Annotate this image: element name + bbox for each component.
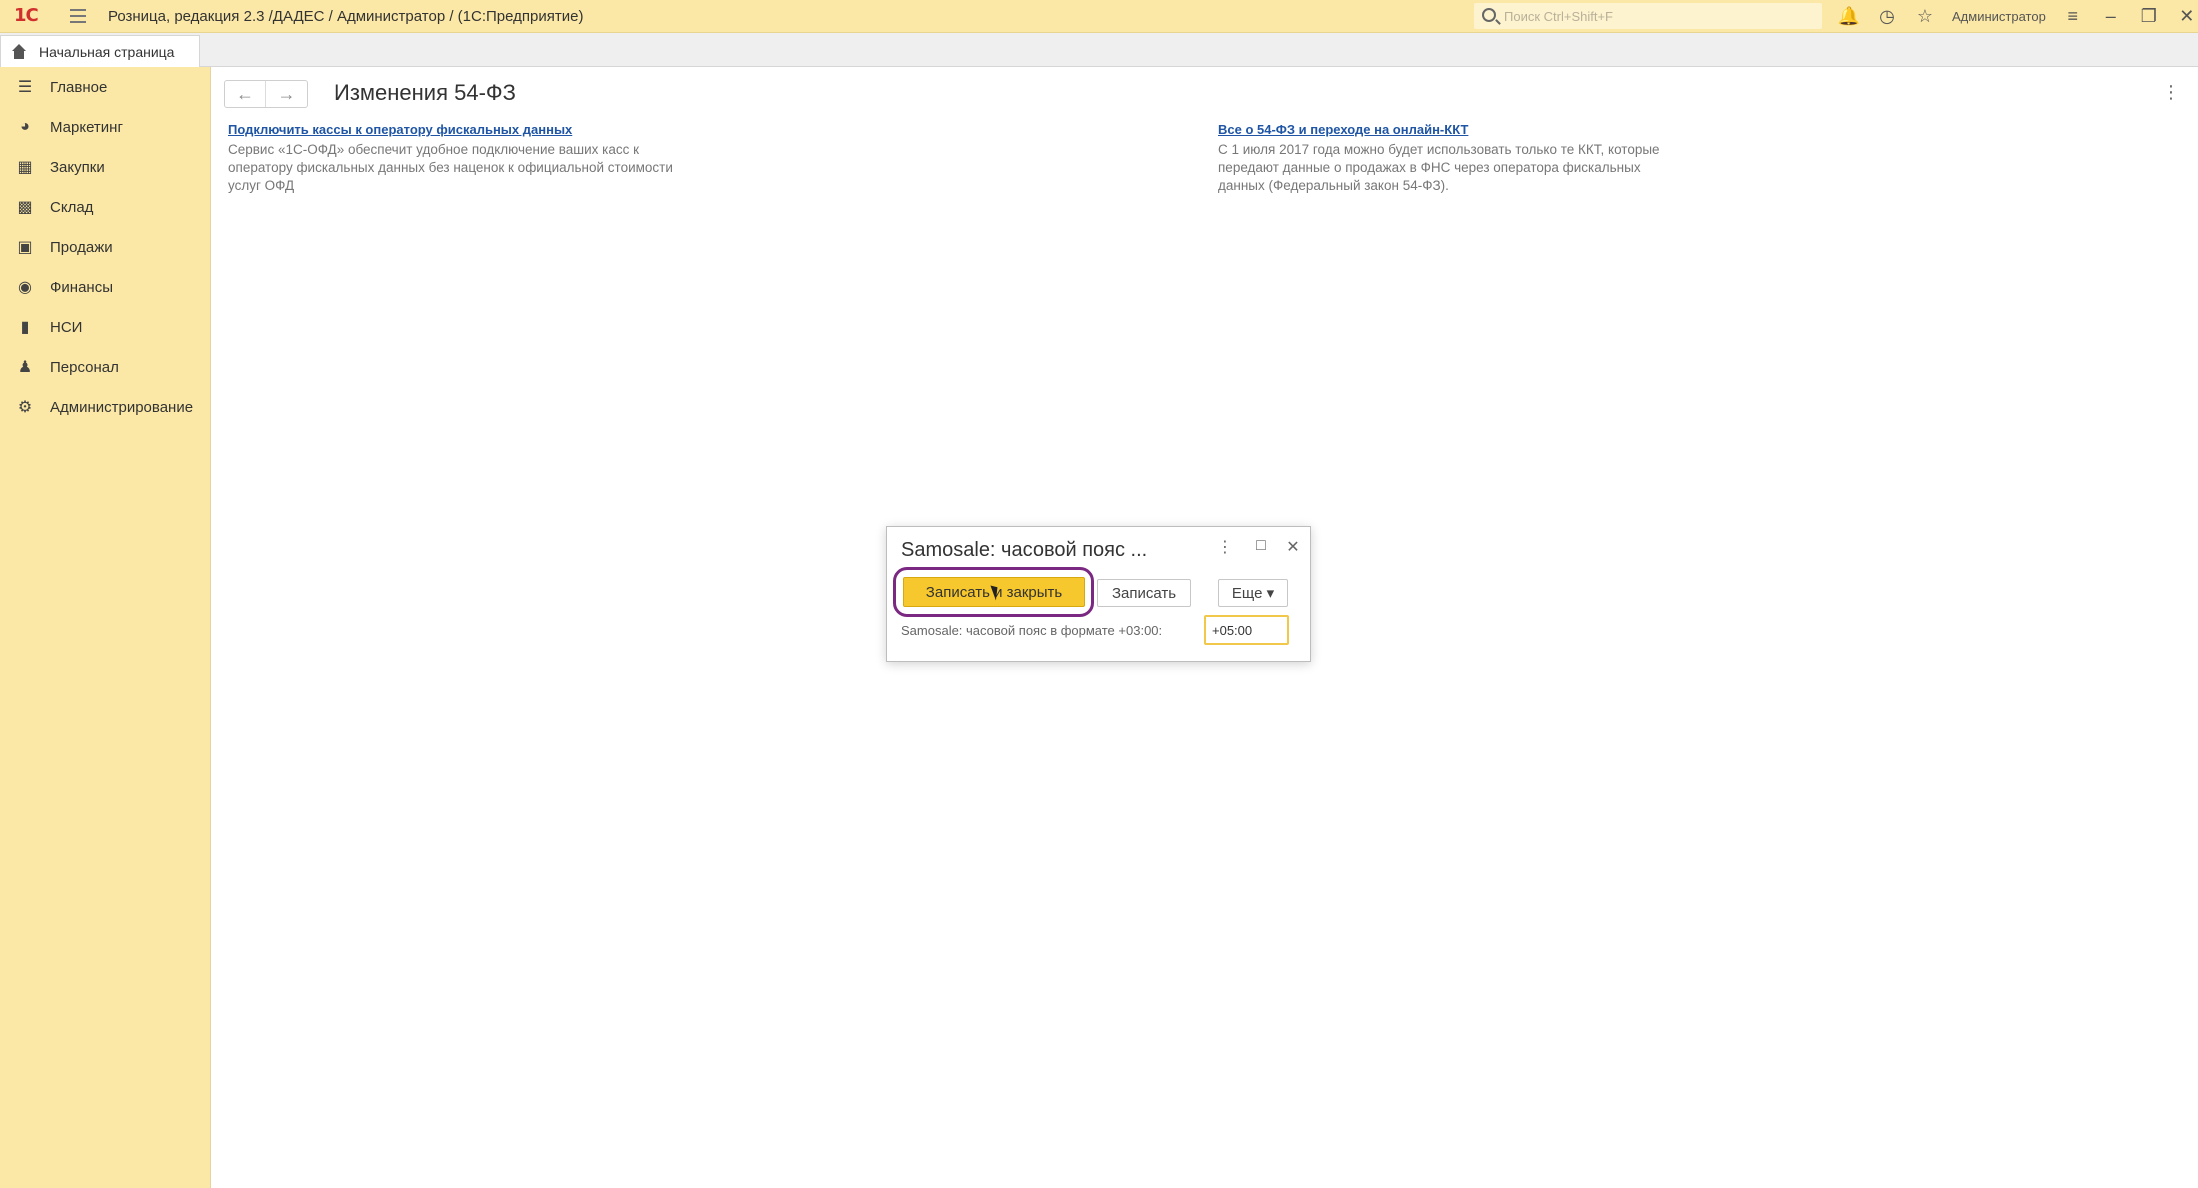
save-button[interactable]: Записать (1097, 579, 1191, 607)
sidebar-item-main[interactable]: ☰ Главное (0, 67, 210, 107)
sidebar-item-sales[interactable]: ▣ Продажи (0, 227, 210, 267)
bell-icon[interactable]: 🔔 (1830, 0, 1868, 33)
settings-icon[interactable]: ≡ (2054, 0, 2092, 33)
grid-icon: ▩ (17, 199, 33, 216)
sidebar-item-label: Закупки (50, 158, 105, 176)
timezone-field-label: Samosale: часовой пояс в формате +03:00: (901, 623, 1163, 638)
dialog-close-icon[interactable]: ✕ (1283, 537, 1303, 557)
sidebar-item-label: Финансы (50, 278, 113, 296)
info-text: С 1 июля 2017 года можно будет использов… (1218, 142, 1660, 193)
sidebar-item-purchases[interactable]: ▦ Закупки (0, 147, 210, 187)
title-bar: 1С Розница, редакция 2.3 /ДАДЕС / Админи… (0, 0, 2198, 33)
timezone-input[interactable] (1204, 615, 1289, 645)
tab-home[interactable]: Начальная страница (0, 35, 200, 67)
close-icon[interactable]: ✕ (2168, 0, 2198, 33)
sidebar-item-reference[interactable]: ▮ НСИ (0, 307, 210, 347)
info-block-ofd: Подключить кассы к оператору фискальных … (228, 122, 698, 195)
sidebar-item-marketing[interactable]: ◕ Маркетинг (0, 107, 210, 147)
sidebar-item-label: НСИ (50, 318, 83, 336)
more-dropdown-button[interactable]: Еще ▾ (1218, 579, 1288, 607)
dialog-maximize-icon[interactable]: □ (1251, 537, 1271, 555)
gear-icon: ⚙ (17, 399, 33, 416)
restore-icon[interactable]: ❐ (2130, 0, 2168, 33)
app-logo: 1С (14, 5, 39, 26)
sidebar-item-label: Персонал (50, 358, 119, 376)
search-icon (1482, 8, 1496, 22)
sidebar-item-warehouse[interactable]: ▩ Склад (0, 187, 210, 227)
sidebar: ☰ Главное ◕ Маркетинг ▦ Закупки ▩ Склад … (0, 67, 211, 1188)
dialog-title: Samosale: часовой пояс ... (901, 539, 1148, 561)
global-search-input[interactable]: Поиск Ctrl+Shift+F (1474, 3, 1822, 29)
sidebar-item-label: Продажи (50, 238, 113, 256)
main-menu-icon[interactable] (68, 8, 88, 24)
current-user[interactable]: Администратор (1952, 9, 2046, 24)
history-navigation: ← → (224, 80, 308, 108)
cart-icon: ▦ (17, 159, 33, 176)
more-actions-icon[interactable]: ⋮ (2162, 82, 2180, 103)
coin-icon: ◉ (18, 279, 32, 296)
sidebar-item-label: Склад (50, 198, 94, 216)
app-title: Розница, редакция 2.3 /ДАДЕС / Администр… (108, 7, 584, 25)
about-54fz-link[interactable]: Все о 54-ФЗ и переходе на онлайн-ККТ (1218, 122, 1688, 137)
sidebar-item-label: Администрирование (50, 398, 194, 416)
person-icon: ♟ (17, 359, 33, 376)
forward-arrow-icon[interactable]: → (266, 81, 307, 107)
chart-pie-icon: ◕ (20, 118, 30, 135)
tab-strip: Начальная страница (0, 33, 2198, 67)
sidebar-item-label: Маркетинг (50, 118, 123, 136)
bag-icon: ▣ (17, 239, 33, 256)
search-placeholder: Поиск Ctrl+Shift+F (1504, 8, 1613, 24)
timezone-dialog: Samosale: часовой пояс ... ⋮ □ ✕ Записат… (886, 526, 1311, 662)
page-title: Изменения 54-ФЗ (334, 80, 516, 105)
back-arrow-icon[interactable]: ← (225, 81, 267, 107)
history-icon[interactable]: ◷ (1868, 0, 1906, 33)
sidebar-item-personnel[interactable]: ♟ Персонал (0, 347, 210, 387)
book-icon: ▮ (20, 319, 30, 336)
home-icon (11, 43, 27, 60)
tab-home-label: Начальная страница (39, 43, 175, 60)
dialog-more-icon[interactable]: ⋮ (1215, 537, 1235, 557)
menu-lines-icon: ☰ (17, 79, 33, 96)
title-bar-actions: 🔔 ◷ ☆ Администратор ≡ – ❐ ✕ (1830, 0, 2198, 33)
info-text: Сервис «1С-ОФД» обеспечит удобное подклю… (228, 142, 673, 193)
sidebar-item-finance[interactable]: ◉ Финансы (0, 267, 210, 307)
star-icon[interactable]: ☆ (1906, 0, 1944, 33)
connect-ofd-link[interactable]: Подключить кассы к оператору фискальных … (228, 122, 698, 137)
info-block-54fz: Все о 54-ФЗ и переходе на онлайн-ККТ С 1… (1218, 122, 1688, 195)
sidebar-item-administration[interactable]: ⚙ Администрирование (0, 387, 210, 427)
minimize-icon[interactable]: – (2092, 0, 2130, 33)
sidebar-item-label: Главное (50, 78, 108, 96)
